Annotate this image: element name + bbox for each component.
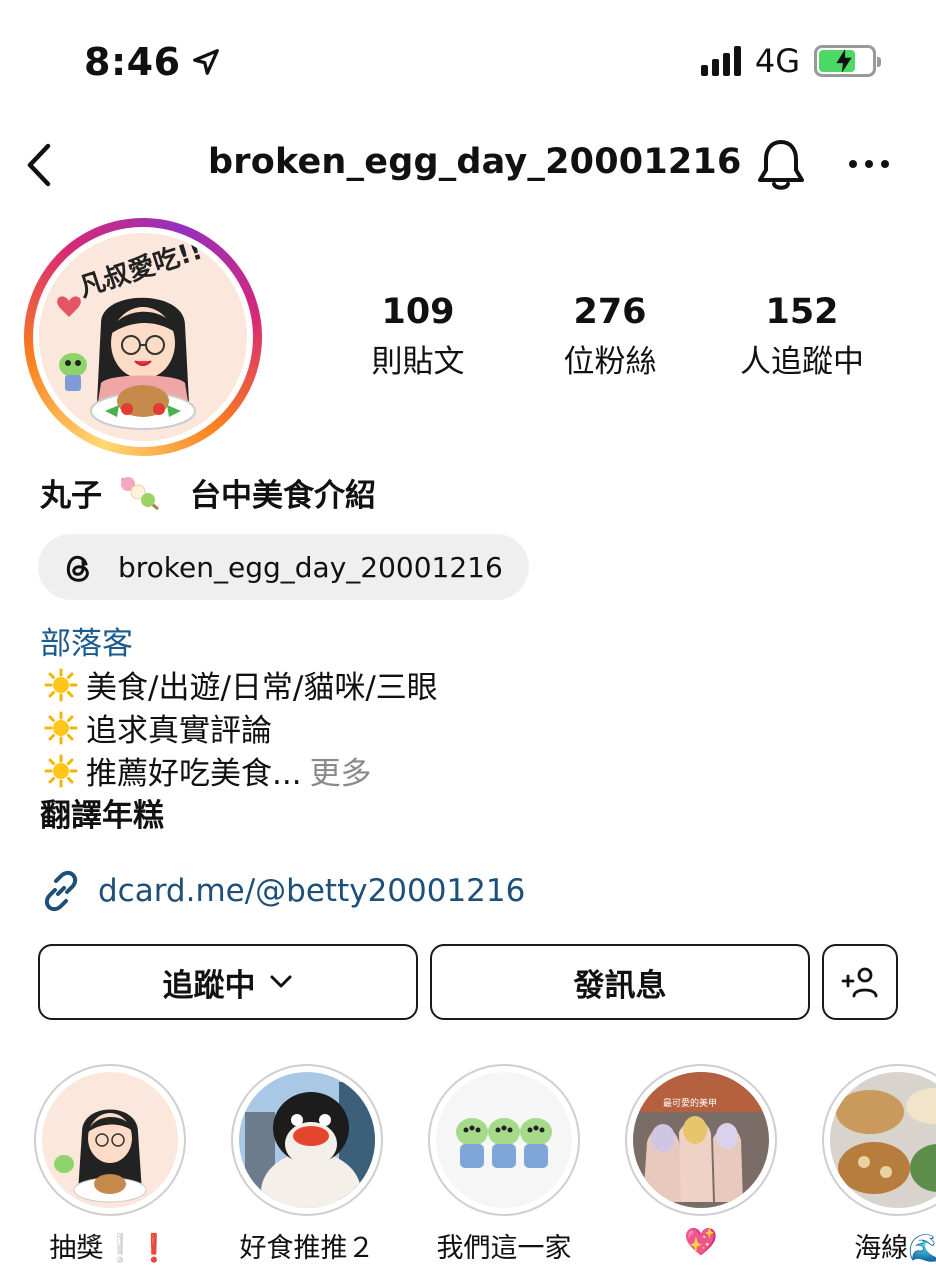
following-button[interactable]: 追蹤中 bbox=[38, 944, 418, 1020]
back-arrow-icon[interactable] bbox=[18, 138, 68, 192]
profile-header: broken_egg_day_20001216 bbox=[0, 130, 936, 200]
add-person-icon bbox=[841, 967, 878, 998]
threads-badge[interactable]: broken_egg_day_20001216 bbox=[38, 534, 529, 600]
followers-count: 276 bbox=[573, 292, 647, 332]
highlight-label: 💖 bbox=[684, 1227, 718, 1258]
highlight-cover: 最可愛的美甲 bbox=[633, 1072, 769, 1208]
stat-followers[interactable]: 276 位粉絲 bbox=[520, 292, 700, 381]
bio-text-2: 追求真實評論 bbox=[86, 713, 272, 749]
profile-category: 部落客 bbox=[40, 626, 133, 662]
bio-text-1: 美食/出遊/日常/貓咪/三眼 bbox=[86, 670, 438, 706]
profile-link-text: dcard.me/@betty20001216 bbox=[98, 873, 526, 909]
posts-count: 109 bbox=[381, 292, 455, 332]
notification-bell-icon[interactable] bbox=[754, 136, 808, 194]
link-icon bbox=[44, 870, 78, 912]
message-button-label: 發訊息 bbox=[573, 967, 667, 1004]
highlight-label: 我們這一家 bbox=[436, 1233, 572, 1264]
highlight-nails[interactable]: 最可愛的美甲 💖 bbox=[625, 1064, 777, 1258]
threads-icon bbox=[66, 555, 89, 582]
bio-line-2: 追求真實評論 bbox=[44, 705, 272, 750]
following-label: 人追蹤中 bbox=[740, 344, 864, 380]
highlight-family[interactable]: 我們這一家 bbox=[428, 1064, 580, 1265]
translate-link[interactable]: 翻譯年糕 bbox=[40, 790, 164, 835]
highlight-cover bbox=[436, 1072, 572, 1208]
highlight-label: 海線🌊 bbox=[854, 1233, 936, 1264]
following-count: 152 bbox=[765, 292, 839, 332]
page-title: broken_egg_day_20001216 bbox=[208, 142, 742, 182]
more-options-icon[interactable] bbox=[846, 152, 892, 176]
stat-following[interactable]: 152 人追蹤中 bbox=[712, 292, 892, 381]
status-time: 8:46 bbox=[84, 40, 221, 84]
dango-emoji-icon bbox=[116, 473, 162, 513]
status-indicators: 4G bbox=[700, 42, 881, 80]
cell-signal-icon bbox=[700, 46, 741, 76]
avatar-illustration: 凡叔愛吃!! bbox=[39, 233, 247, 441]
display-name-right: 台中美食介紹 bbox=[190, 478, 376, 514]
followers-label: 位粉絲 bbox=[563, 344, 657, 380]
status-time-text: 8:46 bbox=[84, 40, 181, 84]
threads-handle: broken_egg_day_20001216 bbox=[118, 550, 503, 584]
highlight-overlay-text: 最可愛的美甲 bbox=[663, 1097, 717, 1109]
highlight-cover bbox=[830, 1072, 936, 1208]
sun-emoji-icon bbox=[44, 668, 78, 701]
battery-icon bbox=[814, 45, 881, 77]
stat-posts[interactable]: 109 則貼文 bbox=[328, 292, 508, 381]
display-name-left: 丸子 bbox=[40, 478, 102, 514]
display-name: 丸子 台中美食介紹 bbox=[40, 470, 376, 515]
sun-emoji-icon bbox=[44, 754, 78, 787]
bio-more-link[interactable]: 更多 bbox=[310, 748, 372, 793]
highlight-cover bbox=[42, 1072, 178, 1208]
highlight-recommend[interactable]: 好食推推２ bbox=[231, 1064, 383, 1265]
sun-emoji-icon bbox=[44, 711, 78, 744]
highlight-coastline[interactable]: 海線🌊 bbox=[822, 1064, 936, 1265]
highlight-giveaway[interactable]: 抽獎❕❗ bbox=[34, 1064, 186, 1265]
bio-text-3: 推薦好吃美食... bbox=[86, 756, 302, 792]
highlight-label: 好食推推２ bbox=[239, 1233, 375, 1264]
location-arrow-icon bbox=[192, 49, 219, 75]
following-button-label: 追蹤中 bbox=[162, 967, 256, 1004]
network-type: 4G bbox=[754, 42, 800, 80]
message-button[interactable]: 發訊息 bbox=[430, 944, 810, 1020]
profile-avatar[interactable]: 凡叔愛吃!! bbox=[24, 218, 262, 456]
chevron-down-icon bbox=[270, 975, 291, 988]
bio-line-1: 美食/出遊/日常/貓咪/三眼 bbox=[44, 662, 438, 707]
posts-label: 則貼文 bbox=[371, 344, 465, 380]
bio-line-3: 推薦好吃美食... 更多 bbox=[44, 748, 372, 793]
highlight-cover bbox=[239, 1072, 375, 1208]
profile-link[interactable]: dcard.me/@betty20001216 bbox=[40, 870, 525, 912]
suggest-people-button[interactable] bbox=[822, 944, 898, 1020]
highlight-label: 抽獎❕❗ bbox=[49, 1233, 171, 1264]
